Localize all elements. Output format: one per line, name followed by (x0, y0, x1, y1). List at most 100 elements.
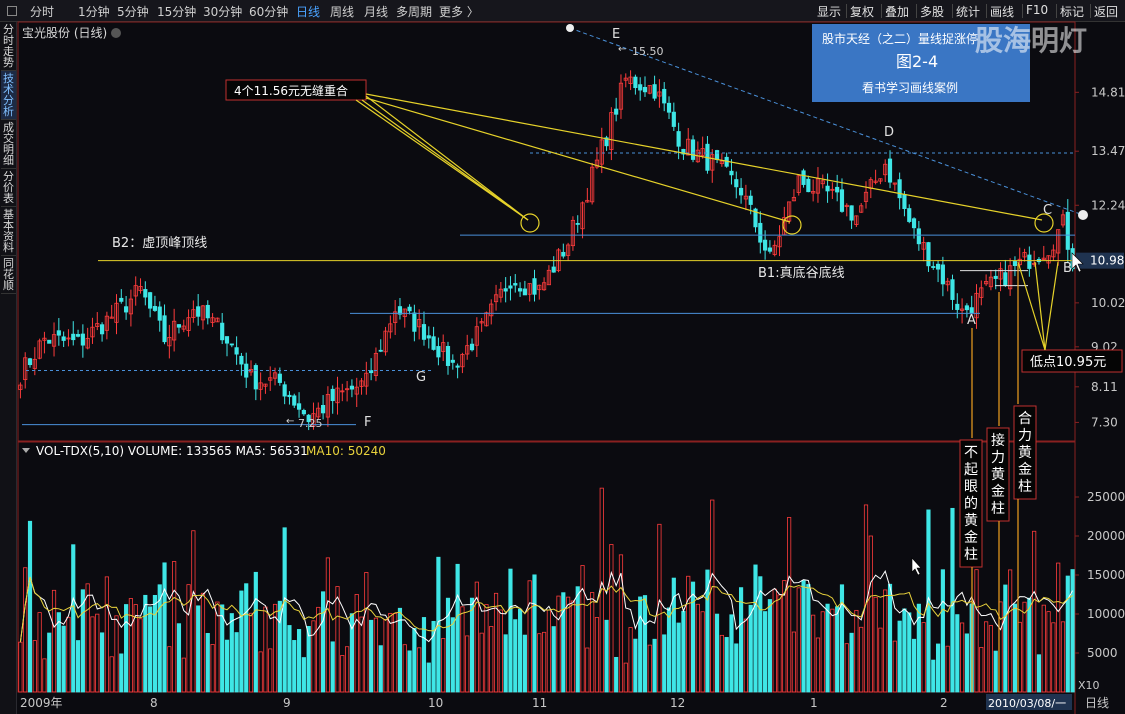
candle-body (931, 266, 936, 268)
volume-bar (1027, 597, 1032, 693)
volume-bar (633, 638, 638, 693)
candle-body (517, 288, 523, 292)
candle-body (301, 409, 306, 415)
candle-body (690, 139, 696, 160)
volume-bar (911, 638, 917, 693)
candle-body (926, 242, 931, 267)
b1-label: B1:真底谷底线 (758, 265, 845, 281)
volume-bar (993, 650, 998, 693)
volume-bar (18, 641, 23, 693)
volume-bar (513, 619, 518, 693)
volume-bar (945, 645, 950, 693)
volume-bar (955, 614, 960, 693)
volume-bar (205, 633, 210, 693)
candle-body (1012, 261, 1018, 267)
candle-body (887, 158, 893, 183)
candle-body (902, 194, 907, 210)
volume-bar (604, 619, 609, 693)
current-price-label: 10.98 (1090, 254, 1124, 268)
candle-body (911, 218, 917, 229)
candle-body (676, 131, 681, 147)
candle-body (253, 365, 258, 390)
volume-bar (537, 633, 542, 693)
volume-bar (1070, 569, 1075, 693)
candle-body (455, 365, 460, 368)
volume-bar (748, 604, 753, 693)
volume-bar (244, 583, 249, 693)
volume-bar (907, 612, 912, 693)
vol-header: VOL-TDX(5,10) VOLUME: 133565 MA5: 56531 (36, 444, 308, 458)
volume-bar (614, 656, 619, 693)
candle-body (916, 228, 921, 245)
vol-tick-label-0: 25000 (1087, 490, 1125, 504)
volume-bar (580, 565, 585, 693)
x-tick-label-7: 2 (940, 696, 948, 710)
candle-body (205, 304, 210, 319)
candle-body (436, 346, 441, 358)
volume-bar (873, 596, 878, 693)
candle-body (407, 306, 412, 312)
candle-body (469, 343, 475, 351)
candle-body (61, 336, 66, 341)
candle-body (729, 170, 734, 176)
low-arrow: ← (286, 416, 294, 427)
volume-bar (599, 487, 604, 693)
volume-bar (378, 645, 383, 693)
x-tick-label-1: 8 (150, 696, 158, 710)
volume-bar (268, 648, 273, 693)
x-tick-label-3: 10 (428, 696, 443, 710)
volume-bar (450, 617, 455, 693)
resistance-start-dot (566, 24, 574, 32)
volume-bar (763, 611, 768, 693)
candle-body (162, 315, 167, 343)
candle-body (148, 292, 153, 309)
volume-bar (590, 592, 595, 693)
volume-bar (787, 517, 792, 693)
point-label-C: C (1043, 203, 1052, 218)
candle-body (234, 347, 239, 355)
volume-bar (849, 632, 854, 693)
volume-bar (369, 619, 374, 693)
volume-bar (99, 632, 105, 693)
candle-body (907, 208, 912, 222)
candle-body (349, 385, 354, 390)
candle-body (551, 266, 556, 273)
candle-body (321, 404, 326, 414)
point-label-F: F (364, 415, 371, 430)
price-tick-label-4: 10.02 (1091, 296, 1125, 310)
candle-body (239, 355, 244, 365)
low-point-label: 低点10.95元 (1030, 355, 1106, 370)
candle-body (513, 283, 518, 286)
volume-bar (23, 567, 28, 693)
overlap-label: 4个11.56元无缝重合 (234, 83, 348, 98)
candle-body (652, 84, 657, 99)
candle-body (412, 312, 417, 332)
volume-bar (566, 596, 571, 693)
volume-bar (1003, 584, 1008, 693)
candle-body (445, 345, 451, 366)
overlap-arrow-a1 (361, 99, 529, 221)
price-tick-label-2: 12.24 (1091, 198, 1125, 212)
candle-body (763, 239, 768, 251)
candle-body (152, 306, 158, 311)
volume-bar (940, 569, 945, 693)
candle-body (296, 403, 302, 410)
candle-body (27, 358, 33, 366)
candle-body (642, 86, 648, 93)
volume-bar (561, 592, 566, 693)
volume-bar (960, 622, 965, 693)
volume-bar (301, 657, 306, 693)
candle-body (80, 333, 85, 346)
candle-body (748, 195, 753, 205)
volume-bar (1032, 530, 1037, 693)
volume-bar (714, 613, 720, 693)
candle-body (124, 306, 129, 313)
volume-bar (229, 613, 234, 693)
info-line-1: 股市天经（之二）量线捉涨停 (822, 31, 978, 46)
crosshair-cursor-icon (911, 557, 922, 576)
volume-bar (172, 561, 177, 693)
volume-bar (628, 627, 633, 693)
volume-bar (652, 638, 657, 693)
volume-bar (441, 638, 446, 693)
vol-tick-label-1: 20000 (1087, 529, 1125, 543)
